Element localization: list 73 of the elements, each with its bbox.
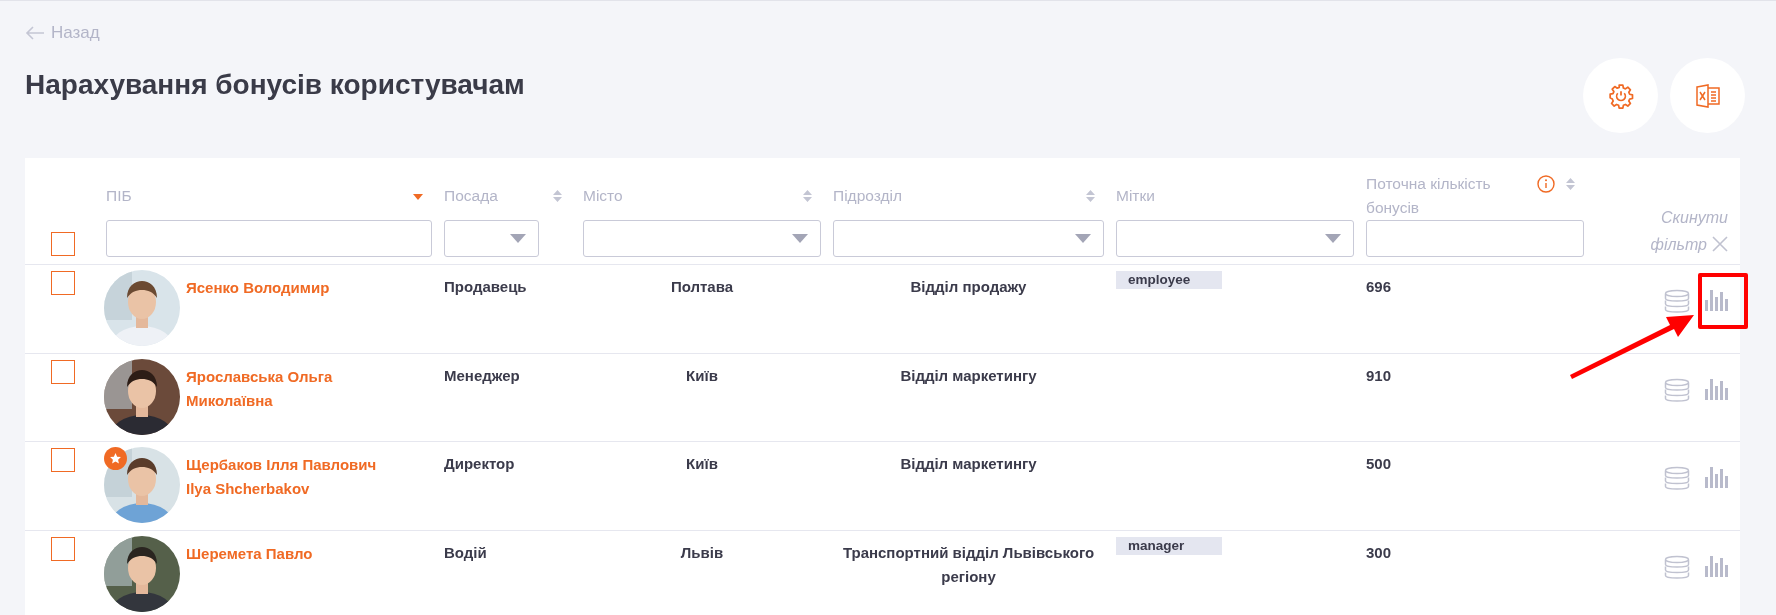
user-name-link[interactable]: Ярославська Ольга Миколаївна: [186, 364, 401, 413]
statistics-button[interactable]: [1704, 377, 1730, 400]
statistics-button[interactable]: [1704, 554, 1730, 577]
caret-icon: [1325, 234, 1341, 243]
column-header: Мітки: [1116, 186, 1155, 206]
filter-dropdown[interactable]: [583, 220, 821, 257]
column-header: Поточна кількість бонусів: [1366, 174, 1492, 218]
column-header: Місто: [583, 186, 623, 206]
position-cell-text: Продавець: [443, 277, 528, 297]
tag: manager: [1116, 536, 1222, 555]
filter-dropdown[interactable]: [444, 220, 539, 257]
tag: employee: [1116, 271, 1222, 289]
column-header: Посада: [444, 186, 498, 206]
select-all-checkbox[interactable]: [50, 232, 75, 256]
user-name-link[interactable]: Шеремета Павло: [186, 541, 313, 566]
column-header: Підрозділ: [833, 186, 902, 206]
accrue-bonus-button[interactable]: [1664, 466, 1690, 490]
row-checkbox[interactable]: [50, 536, 75, 561]
spreadsheet-icon: [1694, 83, 1721, 108]
close-icon: [1712, 236, 1728, 252]
coins-icon: [1664, 377, 1690, 402]
user-name-link[interactable]: Ясенко Володимир: [186, 276, 330, 300]
bar-chart-icon: [1704, 466, 1730, 488]
caret-icon: [792, 234, 808, 243]
bar-chart-icon: [1704, 289, 1730, 311]
sort-icon[interactable]: [552, 189, 563, 203]
user-name-link[interactable]: Ilya Shcherbakov: [186, 477, 377, 501]
back-link[interactable]: Назад: [25, 21, 100, 45]
back-arrow-icon: [25, 26, 45, 40]
statistics-button[interactable]: [1704, 466, 1730, 488]
accrue-bonus-button[interactable]: [1664, 554, 1690, 579]
position-cell-text: Менеджер: [443, 365, 521, 386]
row-checkbox[interactable]: [50, 359, 75, 384]
filter-field[interactable]: [106, 220, 432, 257]
bonus-cell-text: 696: [1365, 277, 1393, 297]
accrue-bonus-button[interactable]: [1664, 377, 1690, 402]
page-title: Нарахування бонусів користувачам: [25, 69, 525, 101]
coins-icon: [1664, 289, 1690, 313]
bonus-cell-text: 500: [1365, 454, 1393, 474]
position-cell-text: Директор: [443, 454, 516, 474]
accrue-bonus-button[interactable]: [1664, 289, 1690, 313]
caret-icon: [1075, 234, 1091, 243]
bar-chart-icon: [1704, 554, 1730, 577]
sort-icon[interactable]: [802, 189, 813, 203]
city-cell-text: Київ: [685, 365, 719, 386]
department-cell-text: Відділ продажу: [909, 277, 1028, 297]
caret-icon: [510, 234, 526, 243]
city-cell-text: Полтава: [669, 277, 735, 297]
statistics-button[interactable]: [1704, 289, 1730, 311]
user-name-link[interactable]: Щербаков Ілля Павлович: [186, 453, 377, 477]
bonus-cell-text: 910: [1365, 365, 1393, 386]
bonus-cell-text: 300: [1365, 542, 1393, 563]
department-cell-text: Відділ маркетингу: [899, 365, 1038, 386]
filter-dropdown[interactable]: [833, 220, 1104, 257]
info-icon: [1537, 175, 1555, 193]
department-cell-text: Відділ маркетингу: [899, 454, 1038, 474]
city-cell-text: Львів: [679, 542, 725, 563]
department-cell-text: Транспортний відділ Львівського регіону: [841, 542, 1096, 587]
coins-icon: [1664, 554, 1690, 579]
bar-chart-icon: [1704, 377, 1730, 400]
filter-dropdown[interactable]: [1116, 220, 1354, 257]
column-header: ПІБ: [106, 186, 132, 206]
sort-icon[interactable]: [412, 193, 424, 201]
row-checkbox[interactable]: [50, 448, 75, 472]
reset-filter-button[interactable]: Скинути фільтр: [1644, 204, 1728, 258]
sort-icon[interactable]: [1085, 189, 1096, 203]
coins-icon: [1664, 466, 1690, 490]
settings-icon: [1607, 82, 1634, 109]
city-cell-text: Київ: [685, 454, 719, 474]
row-checkbox[interactable]: [50, 271, 75, 295]
sort-icon[interactable]: [1565, 177, 1576, 191]
position-cell-text: Водій: [443, 542, 488, 563]
filter-field[interactable]: [1366, 220, 1584, 257]
